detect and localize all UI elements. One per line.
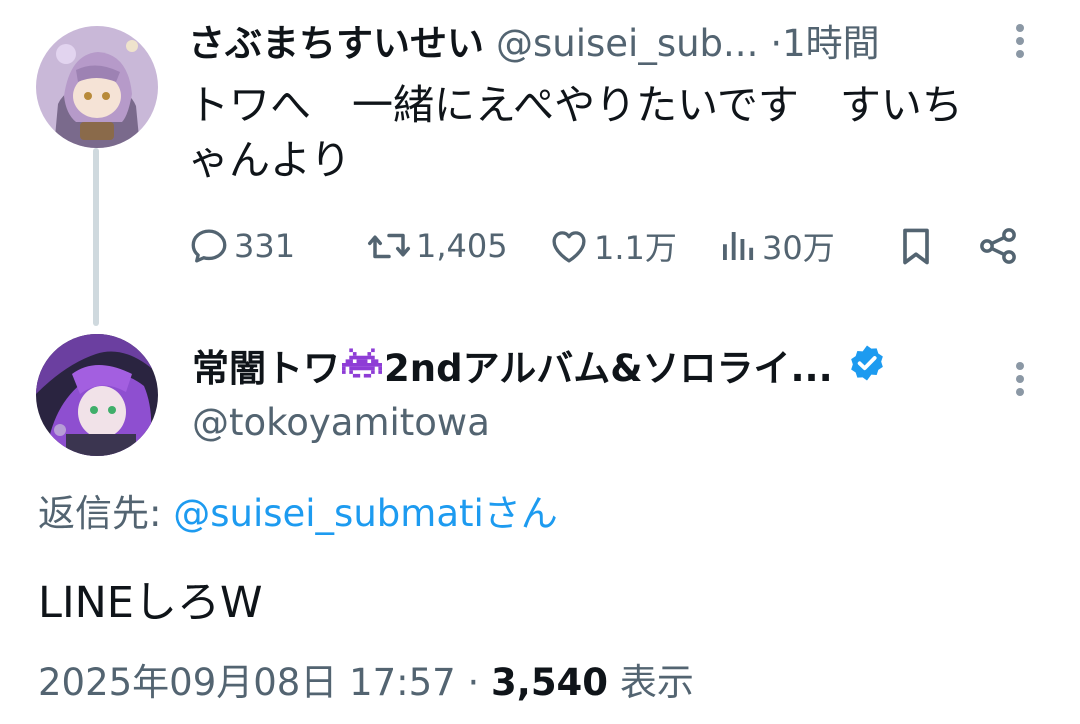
tweet1-display-name[interactable]: さぶまちすいせい — [188, 22, 484, 65]
bookmark-icon — [903, 228, 929, 265]
tweet1-time[interactable]: 1時間 — [782, 22, 880, 65]
tweet2-display-name[interactable]: 常闇トワ 2ndアルバム&ソロライ... — [192, 344, 982, 394]
retweet-button[interactable]: 1,405 — [366, 220, 508, 272]
avatar-suisei[interactable] — [36, 26, 158, 148]
thread-connector-line — [93, 148, 99, 326]
reply-to-handle-link[interactable]: @suisei_submatiさん — [173, 492, 558, 535]
more-vertical-icon-2[interactable] — [1010, 362, 1030, 406]
verified-badge-icon — [847, 343, 887, 396]
avatar-suisei-image — [36, 26, 158, 148]
tweet2-views-label: 表示 — [608, 661, 694, 704]
share-button[interactable] — [976, 220, 1020, 272]
tweet1-action-bar: 331 1,405 1.1万 30万 — [188, 220, 1038, 272]
tweet1-header: さぶまちすいせい @suisei_sub... ·1時間 — [188, 18, 978, 70]
like-button[interactable]: 1.1万 — [548, 220, 677, 272]
tweet2-name-suffix: 2ndアルバム&ソロライ... — [384, 347, 833, 390]
retweet-count: 1,405 — [416, 227, 508, 265]
tweet2-meta: 2025年09月08日 17:57 · 3,540 表示 — [38, 656, 694, 710]
views-count: 30万 — [762, 229, 835, 267]
alien-monster-emoji-icon — [342, 344, 382, 394]
verified-check-icon — [850, 345, 883, 380]
tweet2-name-prefix: 常闇トワ — [192, 347, 340, 390]
retweet-icon — [368, 233, 410, 259]
tweet2-views-count: 3,540 — [491, 661, 609, 704]
share-icon — [980, 228, 1016, 264]
bar-chart-icon — [723, 232, 754, 260]
tweet2-text: LINEしろW — [38, 578, 263, 628]
tweet1-separator: · — [770, 22, 783, 65]
more-vertical-icon[interactable] — [1010, 24, 1030, 68]
tweet1-text: トワへ 一緒にえぺやりたいです すいち ゃんより — [188, 81, 963, 184]
reply-count: 331 — [234, 227, 296, 265]
alien-monster-pixel-art — [342, 348, 382, 378]
tweet2-handle[interactable]: @tokoyamitowa — [192, 398, 490, 448]
meta-separator: · — [455, 661, 492, 704]
avatar-towa[interactable] — [36, 334, 158, 456]
reply-button[interactable]: 331 — [188, 220, 295, 272]
tweet-thread: さぶまちすいせい @suisei_sub... ·1時間 トワへ 一緒にえぺやりたい… — [0, 0, 1080, 724]
tweet1-handle[interactable]: @suisei_sub... — [496, 22, 758, 65]
comment-icon — [191, 229, 227, 263]
heart-icon — [552, 231, 586, 263]
like-count: 1.1万 — [594, 229, 677, 267]
bookmark-button[interactable] — [894, 220, 938, 272]
views-button[interactable]: 30万 — [716, 220, 835, 272]
tweet2-timestamp[interactable]: 2025年09月08日 17:57 — [38, 661, 456, 704]
reply-to-line: 返信先: @suisei_submatiさん — [38, 488, 558, 540]
reply-to-label: 返信先: — [38, 492, 174, 535]
avatar-towa-image — [36, 334, 158, 456]
